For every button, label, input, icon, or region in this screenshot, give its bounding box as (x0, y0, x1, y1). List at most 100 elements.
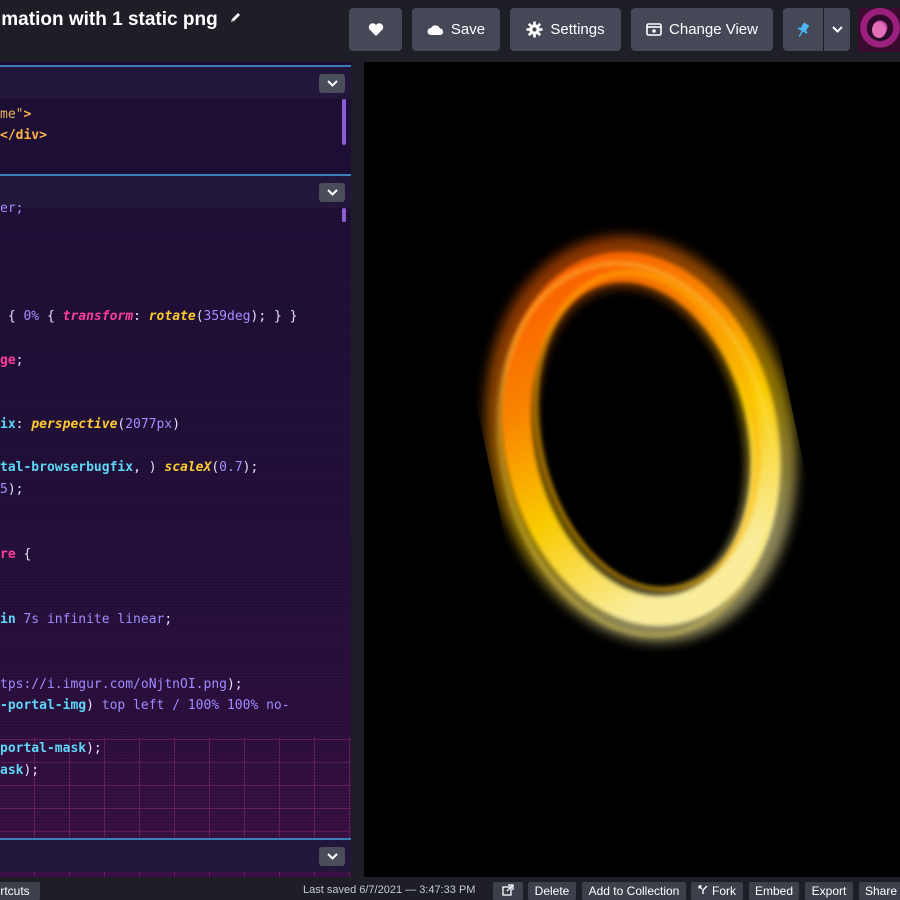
delete-button[interactable]: Delete (528, 882, 576, 900)
code-token: : (15, 417, 32, 432)
code-token: ( (211, 460, 220, 475)
export-label: Export (811, 884, 847, 898)
code-token: re (0, 547, 16, 562)
save-label: Save (450, 21, 486, 38)
code-token: ask (0, 763, 24, 778)
last-saved-status: Last saved 6/7/2021 — 3:47:33 PM (303, 884, 476, 896)
code-token: ) (172, 417, 181, 432)
add-to-collection-label: Add to Collection (588, 884, 680, 898)
portal-animation-image (485, 235, 797, 643)
header-bar: imation with 1 static png Save Settings … (0, 0, 900, 62)
share-button[interactable]: Share (859, 882, 900, 900)
code-token: ); (226, 677, 243, 692)
code-token: </div> (0, 128, 47, 143)
code-token: { (0, 309, 24, 324)
css-code[interactable]: er; { 0% { transform: rotate(359deg); } … (0, 200, 297, 778)
keyboard-shortcuts-button[interactable]: rtcuts (0, 882, 40, 900)
code-token: 0% (23, 309, 40, 324)
code-token: 2077px (125, 417, 173, 432)
panel-resize-handle[interactable] (351, 62, 364, 877)
code-line: 5); (0, 481, 23, 499)
code-token: perspective (31, 417, 118, 432)
html-panel-header (0, 65, 351, 99)
code-token: rotate (148, 309, 196, 324)
export-button[interactable]: Export (805, 882, 853, 900)
code-token: portal-mask (0, 741, 87, 756)
code-line: portal-mask); (0, 740, 102, 758)
chevron-down-icon (326, 189, 338, 196)
code-line: </div> (0, 127, 47, 145)
code-token: 7s infinite linear (15, 612, 165, 627)
avatar[interactable] (858, 8, 900, 52)
code-token: me" (0, 107, 24, 122)
code-line: in 7s infinite linear; (0, 611, 172, 629)
delete-label: Delete (534, 884, 570, 898)
pin-dropdown-button[interactable] (824, 8, 850, 51)
settings-button[interactable]: Settings (510, 8, 621, 51)
chevron-down-icon (831, 26, 843, 33)
js-panel-header (0, 838, 351, 872)
code-token: > (23, 107, 32, 122)
html-panel-scrollbar[interactable] (342, 99, 346, 145)
html-code[interactable]: me"> </div> (0, 106, 47, 166)
code-line: -portal-img) top left / 100% 100% no- (0, 697, 290, 715)
fork-icon (698, 884, 708, 898)
change-view-button[interactable]: Change View (631, 8, 773, 51)
embed-button[interactable]: Embed (749, 882, 799, 900)
code-line: me"> (0, 106, 31, 124)
code-token: tps://i.imgur.com/oNjtnOI.png (0, 677, 227, 692)
external-link-icon (502, 883, 514, 899)
code-token: 359deg (203, 309, 251, 324)
code-line: { 0% { transform: rotate(359deg); } } (0, 308, 298, 326)
result-preview[interactable] (364, 62, 900, 877)
open-external-button[interactable] (493, 882, 523, 900)
heart-icon (368, 22, 384, 37)
code-token: in (0, 612, 16, 627)
pin-button[interactable] (783, 8, 823, 51)
pin-icon (796, 21, 810, 38)
code-token: ) (86, 698, 102, 713)
code-token: tal-browserbugfix (0, 460, 134, 475)
code-token: , ) (133, 460, 165, 475)
js-panel-menu-button[interactable] (319, 847, 345, 866)
css-panel-scrollbar[interactable] (342, 208, 346, 222)
chevron-down-icon (326, 853, 338, 860)
share-label: Share (864, 884, 898, 898)
code-token: : (133, 309, 149, 324)
pen-title-text: imation with 1 static png (0, 9, 218, 30)
code-token: -portal-img (0, 698, 87, 713)
gear-icon (526, 21, 543, 38)
shortcuts-label: rtcuts (0, 884, 30, 898)
add-to-collection-button[interactable]: Add to Collection (582, 882, 686, 900)
code-token: ); (7, 482, 24, 497)
code-token: er; (0, 201, 24, 216)
code-token: ); (86, 741, 102, 756)
code-line: tal-browserbugfix, ) scaleX(0.7); (0, 459, 258, 477)
css-panel-menu-button[interactable] (319, 183, 345, 202)
pen-title[interactable]: imation with 1 static png (0, 8, 242, 31)
layout-icon (646, 23, 662, 36)
html-panel-menu-button[interactable] (319, 74, 345, 93)
code-editor: me"> </div> er; { 0% { transform: rotate… (0, 62, 351, 877)
change-view-label: Change View (669, 21, 758, 38)
pencil-icon[interactable] (229, 8, 242, 30)
code-token: ); (242, 460, 259, 475)
embed-label: Embed (754, 884, 794, 898)
code-token: ; (15, 353, 24, 368)
code-token: ge (0, 353, 16, 368)
code-token: 5 (0, 482, 8, 497)
code-token: ; (164, 612, 173, 627)
save-button[interactable]: Save (412, 8, 500, 51)
code-line: ix: perspective(2077px) (0, 416, 180, 434)
css-panel-header (0, 174, 351, 208)
code-token: 0.7 (219, 460, 243, 475)
footer-bar: rtcuts Last saved 6/7/2021 — 3:47:33 PM … (0, 877, 900, 900)
code-line: ge; (0, 352, 23, 370)
code-token: { (15, 547, 32, 562)
code-token: top left / 100% 100% no- (101, 698, 290, 713)
cloud-icon (427, 24, 444, 36)
fork-button[interactable]: Fork (691, 882, 743, 900)
code-token: transform (62, 309, 134, 324)
code-line: ask); (0, 762, 39, 780)
heart-button[interactable] (349, 8, 402, 51)
